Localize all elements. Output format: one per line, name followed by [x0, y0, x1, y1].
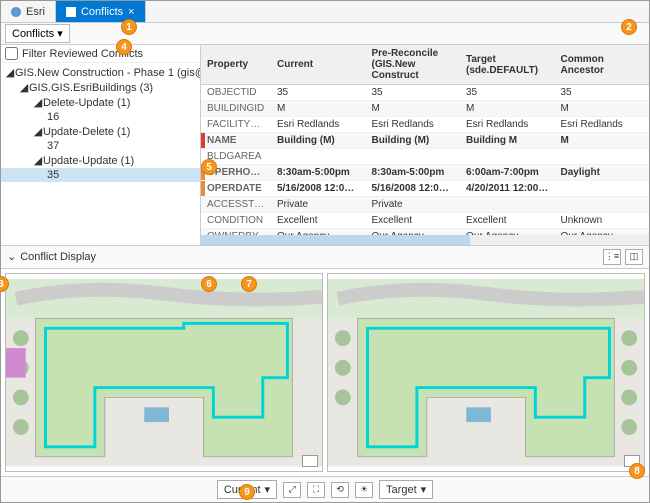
toolbar: Conflicts ▾	[1, 23, 649, 45]
callout-8: 8	[629, 463, 645, 479]
property-grid[interactable]: Property Current Pre-Reconcile (GIS.New …	[201, 45, 649, 235]
callout-4: 4	[116, 39, 132, 55]
link-views-icon[interactable]: ⟲	[331, 482, 349, 498]
footer-toolbar: Current ▾ ⤢ ⛶ ⟲ ☀ Target ▾	[1, 476, 649, 502]
filter-reviewed-checkbox[interactable]	[5, 47, 18, 60]
tree-delete-update[interactable]: ◢Delete-Update (1)	[1, 95, 200, 110]
display-options-button[interactable]: ⋮≡	[603, 249, 621, 265]
tree-root[interactable]: ◢GIS.New Construction - Phase 1 (gis@eev…	[1, 65, 200, 80]
table-row[interactable]: CONDITIONExcellentExcellentExcellentUnkn…	[201, 213, 649, 229]
table-row[interactable]: OBJECTID35353535	[201, 85, 649, 101]
conflict-display-title: Conflict Display	[20, 251, 96, 263]
col-target[interactable]: Target (sde.DEFAULT)	[460, 45, 555, 85]
callout-7: 7	[241, 276, 257, 292]
callout-6: 6	[201, 276, 217, 292]
table-row[interactable]: ACCESSTYPEPrivatePrivate	[201, 197, 649, 213]
col-pre[interactable]: Pre-Reconcile (GIS.New Construct	[366, 45, 461, 85]
conflicts-icon	[66, 7, 76, 17]
conflicts-button[interactable]: Conflicts ▾	[5, 24, 70, 43]
map-display	[1, 269, 649, 477]
zoom-in-icon[interactable]: ⤢	[283, 482, 301, 498]
right-pane: Property Current Pre-Reconcile (GIS.New …	[201, 45, 649, 245]
col-ancestor[interactable]: Common Ancestor	[555, 45, 650, 85]
col-property[interactable]: Property	[201, 45, 271, 85]
conflict-display-header: ⌄ Conflict Display ⋮≡ ◫	[1, 245, 649, 269]
tree-update-delete[interactable]: ◢Update-Delete (1)	[1, 124, 200, 139]
close-icon[interactable]: ×	[128, 6, 134, 18]
tab-esri[interactable]: Esri	[1, 1, 56, 22]
highlight-icon[interactable]: ☀	[355, 482, 373, 498]
horizontal-scrollbar[interactable]	[201, 235, 649, 245]
map-target[interactable]	[327, 273, 645, 473]
col-current[interactable]: Current	[271, 45, 366, 85]
layout-toggle-button[interactable]: ◫	[625, 249, 643, 265]
target-dropdown[interactable]: Target ▾	[379, 480, 433, 499]
callout-5: 5	[201, 159, 217, 175]
map-legend-icon[interactable]	[302, 455, 318, 467]
tab-esri-label: Esri	[26, 6, 45, 18]
tree-layer[interactable]: ◢GIS.GIS.EsriBuildings (3)	[1, 80, 200, 95]
zoom-full-icon[interactable]: ⛶	[307, 482, 325, 498]
callout-9: 9	[239, 484, 255, 500]
tab-strip: Esri Conflicts ×	[1, 1, 649, 23]
callout-2: 2	[621, 19, 637, 35]
conflict-tree[interactable]: ◢GIS.New Construction - Phase 1 (gis@eev…	[1, 63, 200, 245]
table-row[interactable]: FACILITYKEYEsri RedlandsEsri RedlandsEsr…	[201, 117, 649, 133]
map-current[interactable]	[5, 273, 323, 473]
left-pane: Filter Reviewed Conflicts ◢GIS.New Const…	[1, 45, 201, 245]
chevron-down-icon[interactable]: ⌄	[7, 250, 16, 263]
tree-update-update[interactable]: ◢Update-Update (1)	[1, 153, 200, 168]
table-row[interactable]: BUILDINGIDMMMM	[201, 101, 649, 117]
table-row[interactable]: OPERHOURS8:30am-5:00pm8:30am-5:00pm6:00a…	[201, 165, 649, 181]
callout-1: 1	[121, 19, 137, 35]
tree-du-id[interactable]: 16	[1, 110, 200, 124]
tree-ud-id[interactable]: 37	[1, 139, 200, 153]
table-row[interactable]: NAMEBuilding (M)Building (M)Building MM	[201, 133, 649, 149]
globe-icon	[11, 7, 21, 17]
table-row[interactable]: BLDGAREA	[201, 149, 649, 165]
tree-uu-id[interactable]: 35	[1, 168, 200, 182]
table-row[interactable]: OPERDATE5/16/2008 12:00:00 AM5/16/2008 1…	[201, 181, 649, 197]
tab-conflicts-label: Conflicts	[81, 6, 123, 18]
